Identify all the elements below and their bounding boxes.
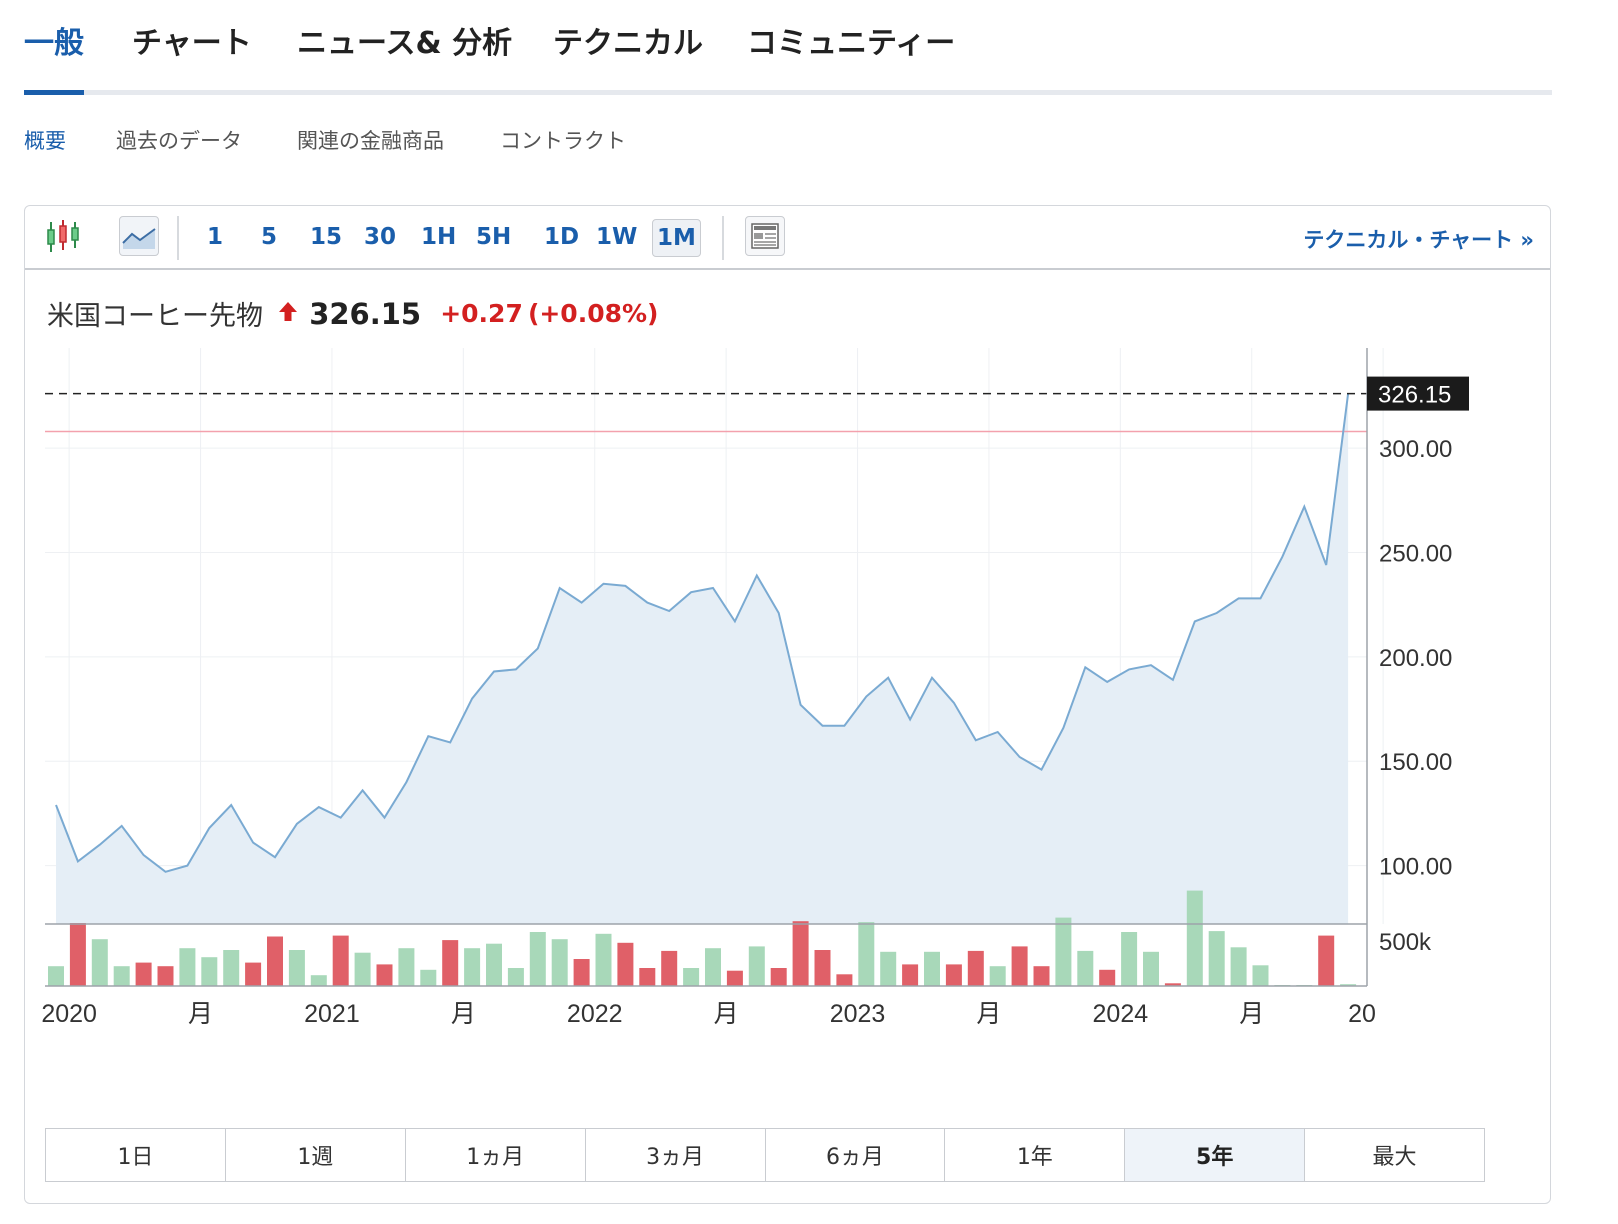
last-price-tag-label: 326.15 [1378,382,1451,409]
x-tick-label: 20 [1348,1000,1376,1028]
volume-bar [1099,969,1116,986]
volume-bar [989,966,1006,986]
y-tick-label: 100.00 [1379,854,1452,881]
volume-bar [1077,950,1094,986]
volume-bar [726,970,743,986]
x-tick-label: 2023 [830,1000,886,1028]
volume-bar [705,948,721,986]
volume-bar [880,951,897,986]
volume-bar [967,950,984,986]
subtab-contracts[interactable]: コントラクト [500,125,626,155]
x-tick-label: 2024 [1093,1000,1149,1028]
x-tick-label: 月 [976,1000,1001,1028]
range-1-day[interactable]: 1日 [46,1129,226,1181]
x-tick-label: 2020 [41,1000,97,1028]
range-1-month[interactable]: 1ヵ月 [406,1129,586,1181]
volume-bar [486,943,502,986]
time-range-selector: 1日 1週 1ヵ月 3ヵ月 6ヵ月 1年 5年 最大 [45,1128,1485,1182]
volume-bar [507,968,524,986]
volume-bar [442,940,459,986]
volume-bar [310,975,327,986]
volume-bar [1186,890,1203,986]
volume-bar [902,964,919,986]
y-tick-label: 300.00 [1379,436,1452,463]
volume-bar [354,952,371,986]
volume-bar [245,962,262,986]
volume-tick-label: 500k [1379,929,1432,956]
volume-bar [1055,917,1072,986]
volume-bar [113,966,130,986]
volume-bar [639,968,656,986]
x-tick-label: 月 [1239,1000,1264,1028]
volume-bar [770,968,787,986]
range-max[interactable]: 最大 [1305,1129,1484,1181]
volume-bar [288,950,305,986]
volume-bar [91,939,108,986]
volume-bar [683,968,700,986]
price-area [56,393,1349,925]
x-tick-label: 2021 [304,1000,360,1028]
tabs-divider [24,90,1552,95]
volume-bar [595,933,612,986]
x-tick-label: 月 [451,1000,476,1028]
volume-bar [1011,946,1028,986]
y-tick-label: 250.00 [1379,541,1452,568]
volume-bar [529,932,546,986]
volume-bar [814,950,831,986]
volume-bar [1230,947,1247,986]
volume-bar [551,939,568,986]
volume-bar [858,922,875,986]
volume-bar [1143,951,1159,986]
volume-bar [223,950,240,986]
active-tab-indicator [24,90,84,95]
volume-bar [201,957,218,986]
y-tick-label: 200.00 [1379,645,1452,672]
tab-technical[interactable]: テクニカル [553,18,703,62]
subtab-historical-data[interactable]: 過去のデータ [116,125,242,155]
volume-bar [179,948,196,986]
range-6-months[interactable]: 6ヵ月 [766,1129,946,1181]
volume-bar [1121,932,1138,986]
volume-bar [398,948,415,986]
range-3-months[interactable]: 3ヵ月 [586,1129,766,1181]
volume-bar [792,921,809,986]
tab-general[interactable]: 一般 [24,18,84,62]
tab-news-analysis[interactable]: ニュース& 分析 [297,18,512,62]
volume-bar [617,942,634,986]
tab-community[interactable]: コミュニティー [747,18,955,62]
range-1-week[interactable]: 1週 [226,1129,406,1181]
volume-bar [376,964,393,986]
range-1-year[interactable]: 1年 [945,1129,1126,1181]
chart-panel: 1 5 15 30 1H 5H 1D 1W 1M テクニカル・チャート » 米国… [24,205,1551,1204]
y-tick-label: 150.00 [1379,749,1452,776]
volume-bar [1252,965,1269,986]
volume-bar [464,948,481,986]
volume-bar [48,966,64,986]
volume-bar [135,962,152,986]
tab-chart[interactable]: チャート [132,18,252,62]
volume-bar [1208,931,1225,986]
range-5-years[interactable]: 5年 [1125,1129,1306,1181]
volume-bar [836,974,853,986]
volume-bar [945,964,962,986]
volume-bar [69,923,86,986]
x-tick-label: 月 [188,1000,213,1028]
volume-bar [748,946,765,986]
volume-bar [157,966,174,986]
volume-bar [924,951,940,986]
subtab-overview[interactable]: 概要 [24,125,66,155]
volume-bar [332,935,349,986]
main-tab-bar: 一般 チャート ニュース& 分析 テクニカル コミュニティー [24,0,1552,96]
volume-bar [267,936,283,986]
volume-bar [1033,966,1050,986]
volume-bar [420,969,437,986]
price-chart[interactable]: Investing.com 300.00250.00200.00150.0010… [25,206,1552,1121]
x-tick-label: 月 [714,1000,739,1028]
x-tick-label: 2022 [567,1000,623,1028]
volume-bar [661,950,678,986]
volume-bar [1318,935,1335,986]
volume-bar [573,959,590,986]
subtab-related-instruments[interactable]: 関連の金融商品 [297,125,444,155]
